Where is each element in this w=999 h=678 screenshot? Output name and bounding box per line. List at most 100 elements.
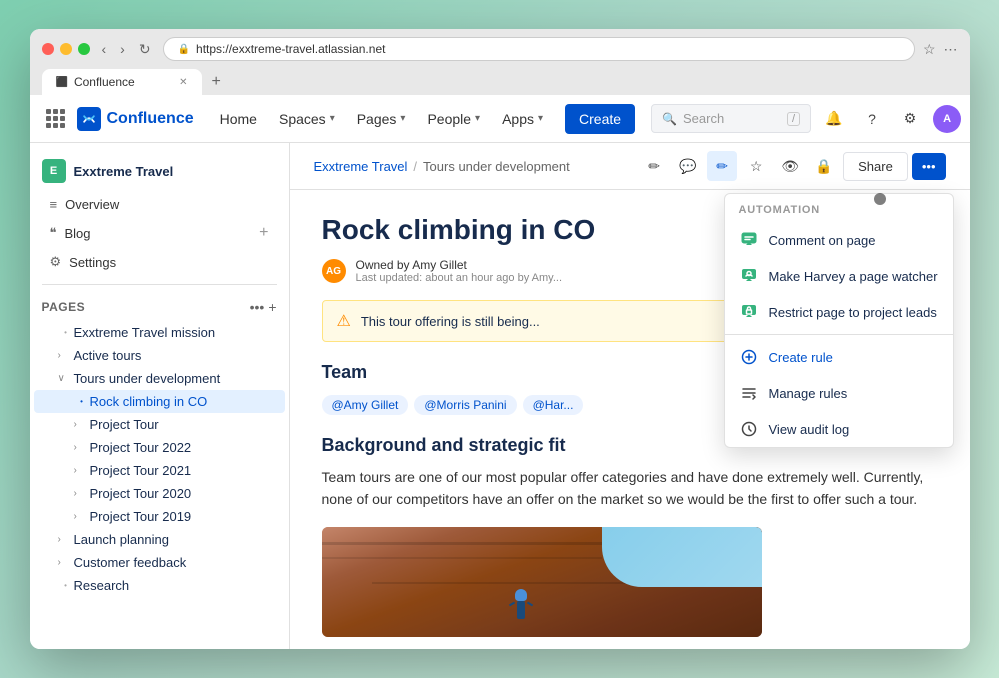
tree-item-project-tour[interactable]: › Project Tour	[34, 413, 285, 436]
expand-icon: ∨	[58, 373, 74, 384]
automation-item-restrict[interactable]: Restrict page to project leads	[725, 294, 953, 330]
sidebar-space-header[interactable]: E Exxtreme Travel	[30, 151, 289, 191]
nav-action-icons: 🔔 ? ⚙ A	[819, 104, 961, 134]
watch-page-button[interactable]: 👁	[775, 151, 805, 181]
edit-button[interactable]: ✏	[639, 151, 669, 181]
tree-item-label: Tours under development	[74, 371, 277, 386]
automation-create-rule[interactable]: Create rule	[725, 339, 953, 375]
warning-icon: ⚠	[337, 311, 351, 331]
automation-restrict-icon	[739, 302, 759, 322]
tree-item-project-tour-2021[interactable]: › Project Tour 2021	[34, 459, 285, 482]
team-tag-morris[interactable]: @Morris Panini	[414, 395, 516, 415]
restrict-page-button[interactable]: 🔒	[809, 151, 839, 181]
maximize-window-button[interactable]	[78, 43, 90, 55]
new-tab-button[interactable]: +	[204, 69, 229, 95]
tree-item-tours-under-dev[interactable]: ∨ Tours under development	[34, 367, 285, 390]
automation-manage-rules[interactable]: Manage rules	[725, 375, 953, 411]
tree-item-label: Project Tour 2020	[90, 486, 277, 501]
sidebar-pages-header: Pages ••• +	[30, 293, 289, 321]
space-name: Exxtreme Travel	[74, 164, 174, 179]
tab-title: Confluence	[74, 75, 135, 89]
pages-more-button[interactable]: •••	[250, 299, 265, 315]
apps-grid-icon[interactable]	[46, 109, 65, 128]
tree-item-rock-climbing[interactable]: • Rock climbing in CO	[34, 390, 285, 413]
page-toolbar: Exxtreme Travel / Tours under developmen…	[290, 143, 970, 190]
tree-item-label: Rock climbing in CO	[90, 394, 277, 409]
inline-comment-button[interactable]: 💬	[673, 151, 703, 181]
notifications-button[interactable]: 🔔	[819, 104, 849, 134]
user-avatar[interactable]: A	[933, 105, 961, 133]
automation-view-audit[interactable]: View audit log	[725, 411, 953, 447]
sidebar-item-overview[interactable]: ≡ Overview	[34, 191, 285, 218]
star-page-button[interactable]: ☆	[741, 151, 771, 181]
view-audit-icon	[739, 419, 759, 439]
tree-item-project-tour-2022[interactable]: › Project Tour 2022	[34, 436, 285, 459]
tree-item-project-tour-2019[interactable]: › Project Tour 2019	[34, 505, 285, 528]
automation-item-comment[interactable]: Comment on page	[725, 222, 953, 258]
nav-apps[interactable]: Apps ▾	[492, 105, 553, 133]
nav-people[interactable]: People ▾	[417, 105, 490, 133]
browser-chrome: ‹ › ↻ 🔒 https://exxtreme-travel.atlassia…	[30, 29, 970, 95]
help-button[interactable]: ?	[857, 104, 887, 134]
nav-spaces[interactable]: Spaces ▾	[269, 105, 345, 133]
search-shortcut: /	[787, 112, 800, 126]
search-placeholder: Search	[683, 111, 724, 126]
tree-item-launch-planning[interactable]: › Launch planning	[34, 528, 285, 551]
nav-home[interactable]: Home	[210, 105, 267, 133]
confluence-icon	[77, 107, 101, 131]
tree-item-project-tour-2020[interactable]: › Project Tour 2020	[34, 482, 285, 505]
sidebar-item-blog[interactable]: ❝ Blog +	[34, 218, 285, 248]
nav-items: Home Spaces ▾ Pages ▾ People ▾ Apps ▾	[210, 105, 553, 133]
bullet-icon: •	[58, 328, 74, 337]
tree-item-mission[interactable]: • Exxtreme Travel mission	[34, 321, 285, 344]
more-browser-icon[interactable]: ⋯	[944, 41, 958, 58]
tree-item-label: Project Tour 2021	[90, 463, 277, 478]
share-button[interactable]: Share	[843, 152, 908, 181]
body-text: Team tours are one of our most popular o…	[322, 466, 938, 511]
add-page-button[interactable]: +	[268, 299, 276, 315]
create-rule-icon	[739, 347, 759, 367]
manage-rules-label: Manage rules	[769, 386, 848, 401]
tree-item-customer-feedback[interactable]: › Customer feedback	[34, 551, 285, 574]
highlight-button[interactable]: ✏	[707, 151, 737, 181]
search-bar[interactable]: 🔍 Search /	[651, 104, 811, 133]
star-browser-icon[interactable]: ☆	[923, 41, 936, 58]
active-tab[interactable]: ⬛ Confluence ✕	[42, 69, 202, 95]
sidebar-settings-label: Settings	[69, 255, 116, 270]
nav-pages-label: Pages	[357, 111, 397, 127]
forward-button[interactable]: ›	[116, 39, 129, 60]
author-avatar: AG	[322, 259, 346, 283]
content-area: E Exxtreme Travel ≡ Overview ❝ Blog + ⚙ …	[30, 143, 970, 649]
sidebar-item-settings[interactable]: ⚙ Settings	[34, 248, 285, 276]
team-tag-amy[interactable]: @Amy Gillet	[322, 395, 409, 415]
settings-button[interactable]: ⚙	[895, 104, 925, 134]
lock-icon: 🔒	[178, 44, 190, 55]
breadcrumb-space[interactable]: Exxtreme Travel	[314, 159, 408, 174]
tree-item-active-tours[interactable]: › Active tours	[34, 344, 285, 367]
close-window-button[interactable]	[42, 43, 54, 55]
browser-nav-buttons: ‹ › ↻	[98, 39, 155, 60]
team-tag-har[interactable]: @Har...	[523, 395, 584, 415]
nav-spaces-label: Spaces	[279, 111, 326, 127]
app-container: Confluence Home Spaces ▾ Pages ▾ People …	[30, 95, 970, 649]
settings-icon: ⚙	[50, 254, 62, 270]
more-actions-button[interactable]: •••	[912, 153, 946, 180]
tree-item-label: Project Tour 2022	[90, 440, 277, 455]
tree-item-research[interactable]: • Research	[34, 574, 285, 597]
expand-icon: ›	[74, 511, 90, 522]
sidebar: E Exxtreme Travel ≡ Overview ❝ Blog + ⚙ …	[30, 143, 290, 649]
tree-item-label: Project Tour 2019	[90, 509, 277, 524]
breadcrumb-parent[interactable]: Tours under development	[423, 159, 570, 174]
confluence-logo[interactable]: Confluence	[77, 107, 194, 131]
create-button[interactable]: Create	[565, 104, 635, 134]
nav-apps-label: Apps	[502, 111, 534, 127]
address-bar[interactable]: 🔒 https://exxtreme-travel.atlassian.net	[163, 37, 915, 61]
back-button[interactable]: ‹	[98, 39, 111, 60]
add-blog-button[interactable]: +	[259, 224, 268, 242]
tab-close-button[interactable]: ✕	[179, 77, 187, 88]
nav-pages[interactable]: Pages ▾	[347, 105, 416, 133]
pages-section-label: Pages	[42, 300, 86, 314]
refresh-button[interactable]: ↻	[135, 39, 155, 60]
minimize-window-button[interactable]	[60, 43, 72, 55]
automation-item-watcher[interactable]: Make Harvey a page watcher	[725, 258, 953, 294]
